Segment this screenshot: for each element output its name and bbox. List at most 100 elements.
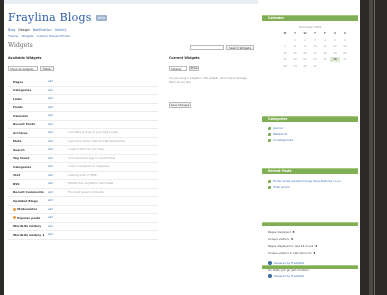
- widget-row: Updated Blogs add: [8, 197, 158, 206]
- widget-add-link[interactable]: add: [48, 225, 58, 228]
- calendar-day[interactable]: 27: [340, 57, 350, 62]
- widget-name[interactable]: WordLife Gallery 1: [8, 233, 48, 237]
- widget-add-link[interactable]: add: [48, 123, 58, 126]
- calendar-day[interactable]: 18: [320, 51, 330, 56]
- widget-add-link[interactable]: add: [48, 157, 58, 160]
- subtab-theme[interactable]: Theme: [8, 34, 18, 38]
- tab-blog[interactable]: Blog: [8, 28, 15, 32]
- widget-name[interactable]: Recent Comments: [8, 190, 48, 194]
- widget-name-label: WordLife Gallery: [13, 224, 42, 229]
- widget-add-link[interactable]: add: [48, 208, 58, 211]
- calendar-day[interactable]: 22: [290, 57, 300, 62]
- widget-add-link[interactable]: add: [48, 80, 58, 83]
- calendar-weekday: T: [314, 31, 316, 35]
- sidebar-select[interactable]: Sidebar: [169, 66, 187, 71]
- available-widgets-heading: Available Widgets: [8, 56, 42, 60]
- widget-add-link[interactable]: add: [48, 97, 58, 100]
- widget-add-link[interactable]: add: [48, 131, 58, 134]
- widget-name[interactable]: Categories: [8, 88, 48, 92]
- widget-add-link[interactable]: add: [48, 233, 58, 236]
- widget-add-link[interactable]: add: [48, 114, 58, 117]
- widget-add-link[interactable]: add: [48, 216, 58, 219]
- calendar-day[interactable]: 20: [340, 51, 350, 56]
- calendar-day[interactable]: 24: [310, 57, 320, 62]
- widget-add-link[interactable]: add: [48, 140, 58, 143]
- widget-add-link[interactable]: add: [48, 106, 58, 109]
- widget-add-link[interactable]: add: [48, 165, 58, 168]
- calendar-day[interactable]: 1: [290, 38, 300, 43]
- blog-title[interactable]: Fraylina Blogs: [8, 11, 92, 24]
- calendar-day[interactable]: 10: [310, 44, 320, 49]
- tab-gallery[interactable]: Gallery: [55, 28, 67, 32]
- widget-name[interactable]: Calendar: [8, 114, 48, 118]
- widget-name[interactable]: Tag Cloud: [8, 156, 48, 160]
- widget-name-label: Categories: [13, 88, 32, 93]
- widget-name[interactable]: Links: [8, 97, 48, 101]
- widget-name-label: Feeds: [13, 105, 23, 110]
- widget-add-link[interactable]: add: [48, 174, 58, 177]
- widget-name[interactable]: Updated Blogs: [8, 199, 48, 203]
- calendar-day[interactable]: 23: [300, 57, 310, 62]
- widget-add-link[interactable]: add: [48, 191, 58, 194]
- widget-name[interactable]: Meta: [8, 139, 48, 143]
- widget-add-link[interactable]: add: [48, 199, 58, 202]
- widget-name[interactable]: Text: [8, 173, 48, 177]
- calendar-day[interactable]: 31: [310, 64, 320, 69]
- calendar-day: [340, 64, 350, 69]
- calendar-day[interactable]: 8: [290, 44, 300, 49]
- widget-name[interactable]: Feeds: [8, 105, 48, 109]
- calendar-day[interactable]: 9: [300, 44, 310, 49]
- search-input[interactable]: [190, 45, 224, 50]
- freestats-icon: [268, 274, 272, 278]
- widget-name[interactable]: RSS: [8, 182, 48, 186]
- widget-row: Meta add Log in/out, admin, feed and WordP…: [8, 138, 158, 146]
- widget-name[interactable]: Categories: [8, 165, 48, 169]
- calendar-day[interactable]: 25: [320, 57, 330, 62]
- calendar-day[interactable]: 28: [280, 64, 290, 69]
- widget-name[interactable]: Popular posts: [8, 216, 48, 220]
- calendar-day[interactable]: 5: [330, 38, 340, 43]
- calendar-day[interactable]: 12: [330, 44, 340, 49]
- calendar-day[interactable]: 4: [320, 38, 330, 43]
- footer-freestats-link[interactable]: Powered by FreeStats: [268, 273, 309, 279]
- calendar-day[interactable]: 13: [340, 44, 350, 49]
- search-widgets-button[interactable]: Search Widgets: [226, 45, 254, 50]
- tab-notification[interactable]: Notification: [33, 28, 52, 32]
- widget-add-link[interactable]: add: [48, 182, 58, 185]
- widget-name[interactable]: Pages: [8, 80, 48, 84]
- save-changes-button[interactable]: Save Changes: [169, 102, 191, 108]
- calendar-day[interactable]: 7: [280, 44, 290, 49]
- calendar-day[interactable]: 15: [290, 51, 300, 56]
- widget-name[interactable]: Archives: [8, 131, 48, 135]
- leaf-icon: [268, 132, 271, 136]
- widget-add-link[interactable]: add: [48, 148, 58, 151]
- view-blog-button[interactable]: view: [95, 14, 108, 21]
- calendar-day[interactable]: 19: [330, 51, 340, 56]
- widget-name[interactable]: Statcounter: [8, 207, 48, 211]
- widget-filter-show-button[interactable]: Show: [40, 66, 54, 71]
- calendar-day[interactable]: 16: [300, 51, 310, 56]
- widget-filter-select[interactable]: Show all widgets: [8, 66, 38, 71]
- calendar-day[interactable]: 11: [320, 44, 330, 49]
- tab-design[interactable]: Design: [18, 28, 29, 32]
- category-label: Weekends: [273, 132, 288, 136]
- widget-name[interactable]: Recent Posts: [8, 122, 48, 126]
- subtab-custom-header-footer[interactable]: Custom Header/Footer: [37, 34, 71, 38]
- calendar-day[interactable]: 17: [310, 51, 320, 56]
- widget-add-link[interactable]: add: [48, 89, 58, 92]
- calendar-day[interactable]: 6: [340, 38, 350, 43]
- widget-name[interactable]: WordLife Gallery: [8, 224, 48, 228]
- subtab-widgets[interactable]: Widgets: [21, 34, 33, 38]
- category-link[interactable]: Uncategorized: [268, 137, 293, 143]
- calendar-day[interactable]: 3: [310, 38, 320, 43]
- calendar-day[interactable]: 21: [280, 57, 290, 62]
- calendar-day[interactable]: 29: [290, 64, 300, 69]
- calendar-day[interactable]: 2: [300, 38, 310, 43]
- sidebar-show-button[interactable]: Show: [189, 66, 199, 71]
- leaf-icon: [268, 126, 271, 130]
- calendar-day[interactable]: 30: [300, 64, 310, 69]
- widget-name[interactable]: Search: [8, 148, 48, 152]
- recent-post-link[interactable]: Hello world!: [268, 184, 348, 190]
- calendar-day[interactable]: 14: [280, 51, 290, 56]
- calendar-today[interactable]: 26: [330, 57, 340, 62]
